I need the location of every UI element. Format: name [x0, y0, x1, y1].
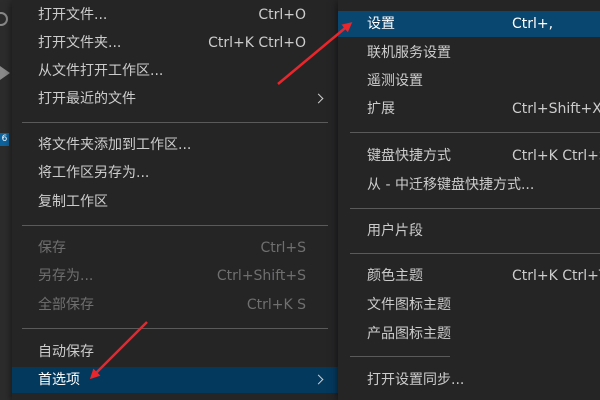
menu-item-save-as: 另存为... Ctrl+Shift+S	[12, 263, 338, 289]
menu-item-label: 从文件打开工作区...	[38, 63, 164, 79]
menu-item-add-folder-to-workspace[interactable]: 将文件夹添加到工作区...	[12, 132, 338, 158]
menu-item-auto-save[interactable]: 自动保存	[12, 339, 338, 365]
menu-item-color-theme[interactable]: 颜色主题 Ctrl+K Ctrl+T	[338, 263, 600, 289]
menu-separator	[22, 225, 328, 226]
preferences-submenu: 设置 Ctrl+, 联机服务设置 遥测设置 扩展 Ctrl+Shift+X 键盘…	[338, 0, 600, 400]
menu-item-migrate-keyboard-shortcuts[interactable]: 从 - 中迁移键盘快捷方式...	[338, 172, 600, 198]
menu-item-label: 键盘快捷方式	[367, 148, 451, 164]
menu-separator	[22, 328, 328, 329]
menu-item-shortcut: Ctrl+K Ctrl+T	[512, 268, 600, 284]
menu-item-label: 全部保存	[38, 297, 94, 313]
menu-item-shortcut: Ctrl+,	[512, 16, 554, 32]
menu-item-label: 联机服务设置	[367, 45, 451, 61]
menu-item-shortcut: Ctrl+O	[258, 7, 306, 23]
menu-item-label: 将工作区另存为...	[38, 165, 150, 181]
menu-item-extensions[interactable]: 扩展 Ctrl+Shift+X	[338, 96, 600, 122]
menu-item-duplicate-workspace[interactable]: 复制工作区	[12, 189, 338, 215]
menu-item-label: 保存	[38, 240, 66, 256]
menu-item-file-icon-theme[interactable]: 文件图标主题	[338, 292, 600, 318]
notification-badge: 6	[0, 133, 9, 146]
menu-item-settings[interactable]: 设置 Ctrl+,	[338, 11, 600, 37]
menu-item-label: 打开最近的文件	[38, 91, 136, 107]
chevron-right-icon	[313, 374, 324, 385]
menu-item-shortcut: Ctrl+Shift+S	[216, 268, 306, 284]
menu-separator	[22, 122, 328, 123]
menu-item-label: 另存为...	[38, 268, 94, 284]
menu-item-label: 颜色主题	[367, 268, 423, 284]
menu-item-label: 扩展	[367, 101, 395, 117]
menu-item-shortcut: Ctrl+K Ctrl+O	[208, 35, 306, 51]
search-icon[interactable]	[0, 12, 8, 26]
menu-separator	[350, 356, 450, 357]
menu-item-shortcut: Ctrl+K S	[246, 297, 306, 313]
menu-item-open-file[interactable]: 打开文件... Ctrl+O	[12, 2, 338, 28]
menu-item-label: 首选项	[38, 372, 80, 388]
menu-item-save: 保存 Ctrl+S	[12, 235, 338, 261]
menu-separator	[350, 132, 600, 133]
menu-item-save-all: 全部保存 Ctrl+K S	[12, 292, 338, 318]
menu-item-online-services-settings[interactable]: 联机服务设置	[338, 40, 600, 66]
menu-item-product-icon-theme[interactable]: 产品图标主题	[338, 321, 600, 347]
menu-item-label: 遥测设置	[367, 73, 423, 89]
file-menu: 打开文件... Ctrl+O 打开文件夹... Ctrl+K Ctrl+O 从文…	[12, 0, 338, 400]
run-debug-icon[interactable]	[0, 66, 10, 80]
menu-item-preferences[interactable]: 首选项	[12, 367, 338, 393]
menu-item-open-recent[interactable]: 打开最近的文件	[12, 86, 338, 112]
menu-item-label: 复制工作区	[38, 194, 108, 210]
menu-separator	[350, 208, 600, 209]
menu-item-label: 打开设置同步...	[367, 372, 465, 388]
menu-item-label: 打开文件...	[38, 7, 108, 23]
menu-item-label: 自动保存	[38, 344, 94, 360]
menu-item-open-folder[interactable]: 打开文件夹... Ctrl+K Ctrl+O	[12, 30, 338, 56]
menu-item-label: 打开文件夹...	[38, 35, 122, 51]
menu-separator	[350, 253, 600, 254]
menu-item-open-workspace-from-file[interactable]: 从文件打开工作区...	[12, 58, 338, 84]
menu-item-telemetry-settings[interactable]: 遥测设置	[338, 68, 600, 94]
menu-item-shortcut: Ctrl+Shift+X	[512, 101, 600, 117]
menu-item-label: 产品图标主题	[367, 326, 451, 342]
chevron-right-icon	[313, 93, 324, 104]
menu-item-user-snippets[interactable]: 用户片段	[338, 218, 600, 244]
menu-item-shortcut: Ctrl+S	[260, 240, 306, 256]
menu-item-label: 文件图标主题	[367, 297, 451, 313]
menu-item-keyboard-shortcuts[interactable]: 键盘快捷方式 Ctrl+K Ctrl+S	[338, 143, 600, 169]
activity-bar: 6	[0, 0, 12, 400]
menu-item-label: 设置	[367, 16, 395, 32]
menu-item-settings-sync[interactable]: 打开设置同步...	[338, 367, 600, 393]
menu-item-save-workspace-as[interactable]: 将工作区另存为...	[12, 160, 338, 186]
menu-item-shortcut: Ctrl+K Ctrl+S	[512, 148, 600, 164]
menu-item-label: 从 - 中迁移键盘快捷方式...	[367, 177, 535, 193]
menu-item-label: 将文件夹添加到工作区...	[38, 137, 192, 153]
menu-item-label: 用户片段	[367, 223, 423, 239]
